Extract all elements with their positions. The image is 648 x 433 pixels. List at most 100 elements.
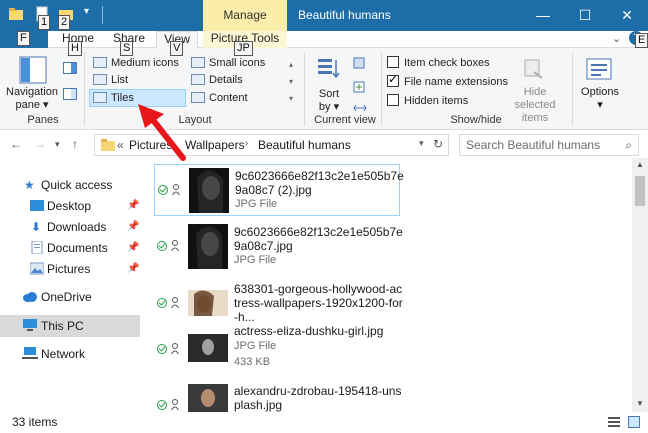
nav-downloads[interactable]: ⬇ Downloads 📌 [0,216,140,238]
item-check-boxes-checkbox[interactable] [387,56,399,68]
search-input[interactable]: Search Beautiful humans ⌕ [459,134,639,156]
details-view-icon[interactable] [608,417,620,428]
sort-by-label-1: Sort [318,88,340,100]
file-name: actress-eliza-dushku-girl.jpg [234,324,384,338]
add-columns-icon[interactable] [353,81,369,93]
close-button[interactable]: ✕ [606,0,648,31]
address-dropdown-icon[interactable]: ▾ [419,138,424,149]
pin-icon[interactable]: 📌 [127,195,139,217]
back-arrow-icon[interactable]: ← [10,137,22,151]
hidden-items[interactable]: Hidden items [387,94,468,108]
download-arrow-icon: ⬇ [31,220,42,234]
nav-this-pc[interactable]: This PC [0,315,140,337]
group-by-icon[interactable] [353,57,369,69]
sort-by-icon[interactable] [316,56,340,82]
item-count: 33 items [12,415,58,429]
layout-list[interactable]: List [93,74,128,87]
person-icon [172,184,180,196]
person-icon [171,240,179,252]
search-icon[interactable]: ⌕ [625,135,632,155]
layout-group-label: Layout [178,114,212,126]
file-tile[interactable]: alexandru-zdrobau-195418-unsplash.jpg [154,380,401,412]
nav-network[interactable]: Network [0,343,140,365]
network-icon [22,347,38,359]
up-arrow-icon[interactable]: ↑ [72,137,78,151]
pictures-icon [30,262,44,275]
item-check-boxes[interactable]: Item check boxes [387,56,490,70]
sync-ok-icon [157,298,167,308]
tab-file[interactable]: F [0,31,48,48]
file-type: JPG File [234,340,277,352]
file-thumbnail [188,384,228,412]
hide-selected-items-icon [524,59,543,79]
navigation-pane: ★ Quick access Desktop 📌 ⬇ Downloads 📌 D… [0,158,140,412]
pin-icon[interactable]: 📌 [127,237,139,259]
ribbon-collapse-icon[interactable]: ⌄ [612,32,621,45]
window-title: Beautiful humans [298,8,391,22]
medium-icons-icon [93,57,107,68]
nav-quick-access[interactable]: ★ Quick access [0,174,140,196]
documents-icon [31,241,43,254]
breadcrumb-separator-icon[interactable]: › [245,138,248,149]
file-thumbnail [188,334,228,362]
keytip-home: H [68,41,82,56]
layout-scroll-icons[interactable]: ▴ ▾ ▾ [289,56,293,107]
maximize-button[interactable]: ☐ [564,0,606,31]
file-tile[interactable]: 9c6023666e82f13c2e1e505b7e9a08c7.jpg JPG… [154,221,403,273]
file-name-extensions[interactable]: File name extensions [387,73,508,89]
forward-arrow-icon[interactable]: → [34,137,46,151]
nav-documents[interactable]: Documents 📌 [0,237,140,259]
minimize-button[interactable]: — [522,0,564,31]
refresh-icon[interactable]: ↻ [433,137,443,151]
ribbon: Navigation pane ▾ Panes Medium icons Sma… [0,48,648,130]
address-bar[interactable]: « Pictures › Wallpapers › Beautiful huma… [94,134,449,156]
recent-locations-icon[interactable]: ▾ [55,139,60,150]
layout-medium-icons[interactable]: Medium icons [93,57,179,70]
manage-tab[interactable]: Manage [203,0,287,31]
large-icons-view-icon[interactable] [628,416,640,428]
sort-by-button[interactable]: Sort by ▾ [312,88,346,114]
breadcrumb-beautiful-humans[interactable]: Beautiful humans [258,138,351,152]
layout-details[interactable]: Details [191,74,243,87]
size-columns-icon[interactable] [353,103,369,113]
tiles-icon [93,92,107,103]
breadcrumb-wallpapers[interactable]: Wallpapers [185,138,245,152]
layout-small-icons[interactable]: Small icons [191,57,265,70]
options-button[interactable]: Options ▾ [578,86,622,112]
hidden-items-checkbox[interactable] [387,94,399,106]
file-tile[interactable]: actress-eliza-dushku-girl.jpg JPG File 4… [154,320,400,380]
sync-ok-icon [158,185,168,195]
navigation-pane-icon[interactable] [19,56,47,84]
keytip-picture-tools: JP [234,41,253,56]
breadcrumb-pictures[interactable]: Pictures [129,138,172,152]
details-pane-icon[interactable] [63,88,77,100]
title-bar: 1 2 ▾ Manage Beautiful humans — ☐ ✕ [0,0,648,31]
address-overflow[interactable]: « [117,138,124,152]
navigation-pane-button[interactable]: Navigation pane ▾ [6,86,58,112]
keytip-qat-1: 1 [38,15,51,30]
cloud-icon [23,292,37,302]
computer-icon [23,319,37,331]
qat-dropdown-icon[interactable]: ▾ [84,6,89,17]
file-name-extensions-checkbox[interactable] [387,73,399,87]
options-icon[interactable] [586,58,612,82]
file-size: 433 KB [234,356,271,368]
pin-icon[interactable]: 📌 [127,216,139,238]
layout-tiles[interactable]: Tiles [93,92,134,105]
scroll-down-icon[interactable]: ▼ [636,399,644,408]
file-name: alexandru-zdrobau-195418-unsplash.jpg [234,384,402,412]
nav-onedrive[interactable]: OneDrive [0,286,140,308]
pin-icon[interactable]: 📌 [127,258,139,280]
show-hide-group-label: Show/hide [450,114,502,126]
nav-pictures[interactable]: Pictures 📌 [0,258,140,280]
nav-desktop[interactable]: Desktop 📌 [0,195,140,217]
layout-content[interactable]: Content [191,92,248,105]
scroll-thumb[interactable] [635,176,645,206]
file-tile[interactable]: 9c6023666e82f13c2e1e505b7e9a08c7 (2).jpg… [154,164,404,216]
breadcrumb-separator-icon[interactable]: › [171,138,174,149]
file-thumbnail [188,290,228,316]
keytip-qat-2: 2 [58,15,71,30]
vertical-scrollbar[interactable]: ▲ ▼ [632,158,648,412]
scroll-up-icon[interactable]: ▲ [636,160,644,169]
preview-pane-icon[interactable] [63,62,77,74]
